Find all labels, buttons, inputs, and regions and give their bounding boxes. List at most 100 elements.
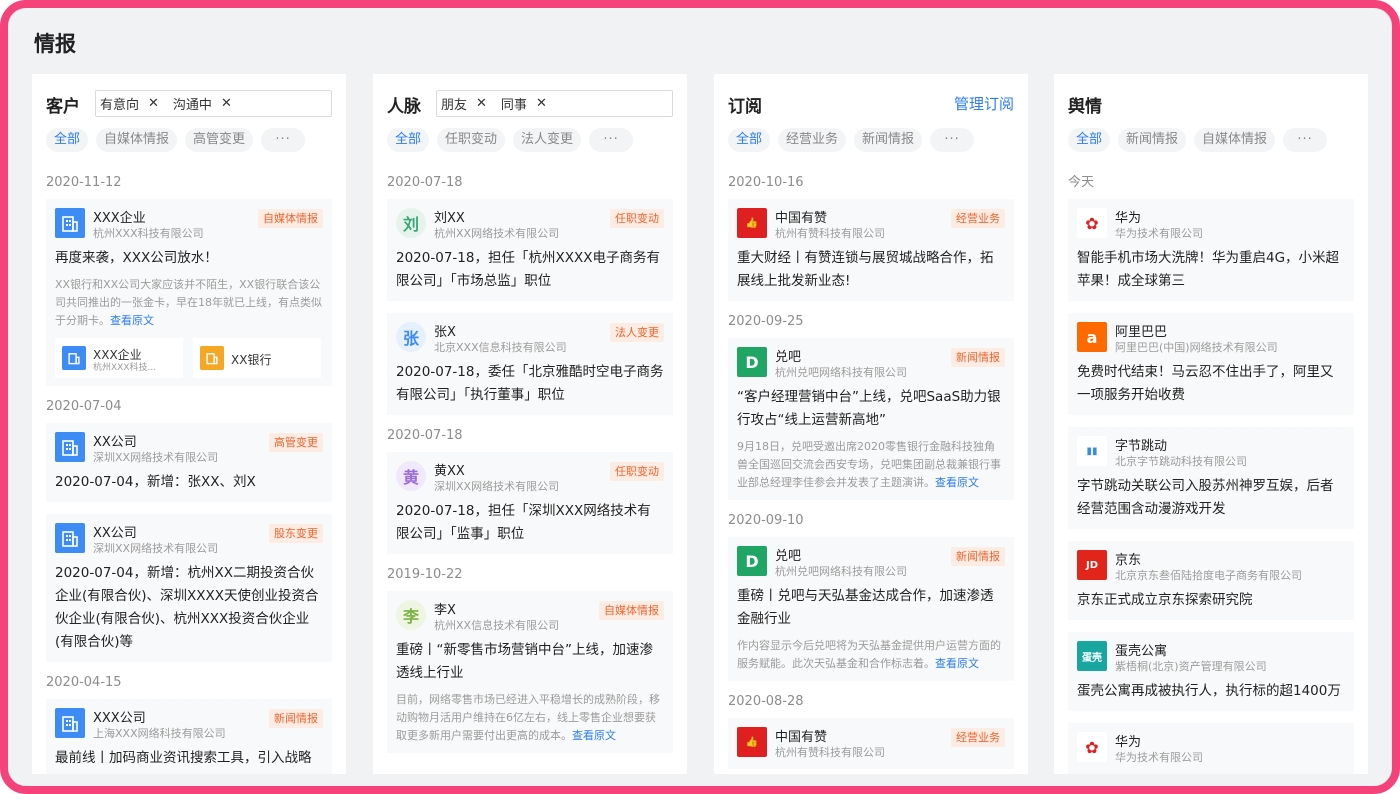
intel-card[interactable]: 👍 中国有赞 杭州有赞科技有限公司 经营业务 重大财经丨有赞连锁与展贸城战略合作，拓展线… — [728, 199, 1014, 301]
intel-card[interactable]: XXX公司 上海XXX网络科技有限公司 新闻情报 最前线丨加码商业资讯搜索工具，引入战… — [46, 699, 332, 774]
company-name[interactable]: 刘XX — [434, 207, 465, 226]
close-icon[interactable]: ✕ — [148, 96, 159, 111]
intel-card[interactable]: ▮▮ 字节跳动 北京字节跳动科技有限公司 字节跳动关联公司入股苏州神罗互娱，后者经营范… — [1068, 427, 1354, 529]
company-name[interactable]: XXX企业 — [93, 207, 146, 226]
company-name[interactable]: 张X — [434, 321, 456, 340]
card-title[interactable]: “客户经理营销中台”上线，兑吧SaaS助力银行攻占“线上运营新高地” — [737, 386, 1005, 432]
tag-filter-input[interactable]: 有意向 ✕ 沟通中 ✕ — [95, 90, 332, 117]
intel-card[interactable]: 黄黄XX 深圳XX网络技术有限公司 任职变动 2020-07-18，担任「深圳XXX网… — [387, 452, 673, 554]
intel-card[interactable]: 李李X 杭州XX信息技术有限公司 自媒体情报 重磅丨“新零售市场营销中台”上线，加速渗… — [387, 591, 673, 753]
company-name[interactable]: XX公司 — [93, 522, 137, 541]
card-title[interactable]: 重大财经丨有赞连锁与展贸城战略合作，拓展线上批发新业态! — [737, 247, 1005, 293]
category-chip[interactable]: 全部 — [46, 128, 89, 152]
category-chip[interactable]: 自媒体情报 — [1194, 128, 1276, 152]
company-name[interactable]: 阿里巴巴 — [1115, 321, 1167, 340]
company-name[interactable]: 兑吧 — [775, 545, 801, 564]
close-icon[interactable]: ✕ — [536, 96, 547, 111]
related-subtitle: 杭州XXX科技... — [93, 363, 157, 373]
column-2: 订阅 管理订阅 全部 经营业务 新闻情报 ··· 2020-10-16 👍 中国有赞 杭州有赞科技… — [714, 74, 1028, 774]
category-chips: 全部 任职变动 法人变更 ··· — [387, 128, 634, 152]
more-icon[interactable]: ··· — [930, 128, 975, 152]
date-label: 2020-07-18 — [387, 428, 463, 443]
card-title[interactable]: 2020-07-18，担任「杭州XXXX电子商务有限公司」「市场总监」职位 — [396, 247, 664, 293]
category-chip[interactable]: 任职变动 — [437, 128, 506, 152]
intel-card[interactable]: 👍 中国有赞 杭州有赞科技有限公司 经营业务 — [728, 718, 1014, 769]
intel-card[interactable]: ✿ 华为 华为技术有限公司 智能手机市场大洗牌！华为重启4G，小米超苹果！成全球第三 — [1068, 199, 1354, 301]
related-entity[interactable]: XX银行 — [193, 338, 321, 378]
view-original-link[interactable]: 查看原文 — [110, 314, 154, 327]
intel-card[interactable]: 蛋壳 蛋壳公寓 紫梧桐(北京)资产管理有限公司 蛋壳公寓再成被执行人，执行标的超140… — [1068, 632, 1354, 711]
intel-card[interactable]: XX公司 深圳XX网络技术有限公司 股东变更 2020-07-04，新增：杭州XX二期… — [46, 514, 332, 662]
intel-card[interactable]: XXX企业 杭州XXX科技有限公司 自媒体情报 再度来袭，XXX公司放水！ XX银行和X… — [46, 199, 332, 386]
card-title[interactable]: 免费时代结束！马云忍不住出手了，阿里又一项服务开始收费 — [1077, 361, 1345, 407]
category-chip[interactable]: 全部 — [387, 128, 430, 152]
company-name[interactable]: 蛋壳公寓 — [1115, 640, 1167, 659]
company-name[interactable]: 字节跳动 — [1115, 435, 1167, 454]
company-name[interactable]: 中国有赞 — [775, 207, 827, 226]
company-name[interactable]: 中国有赞 — [775, 726, 827, 745]
company-subtitle: 北京XXX信息科技有限公司 — [434, 341, 567, 354]
related-entity[interactable]: XXX企业 杭州XXX科技... — [55, 338, 183, 378]
card-title[interactable]: 2020-07-18，担任「深圳XXX网络技术有限公司」「监事」职位 — [396, 500, 664, 546]
card-title[interactable]: 2020-07-04，新增：张XX、刘X — [55, 471, 323, 494]
category-badge: 自媒体情报 — [258, 209, 323, 228]
company-name[interactable]: XXX公司 — [93, 707, 146, 726]
card-title[interactable]: 重磅丨“新零售市场营销中台”上线，加速渗透线上行业 — [396, 639, 664, 685]
close-icon[interactable]: ✕ — [221, 96, 232, 111]
intel-card[interactable]: D 兑吧 杭州兑吧网络科技有限公司 新闻情报 “客户经理营销中台”上线，兑吧SaaS助力… — [728, 338, 1014, 500]
related-name: XX银行 — [231, 353, 272, 367]
category-chip[interactable]: 高管变更 — [185, 128, 254, 152]
card-title[interactable]: 重磅丨兑吧与天弘基金达成合作，加速渗透金融行业 — [737, 585, 1005, 631]
tag-filter-input[interactable]: 朋友 ✕ 同事 ✕ — [436, 90, 673, 117]
intel-card[interactable]: a 阿里巴巴 阿里巴巴(中国)网络技术有限公司 免费时代结束！马云忍不住出手了，阿里又… — [1068, 313, 1354, 415]
view-original-link[interactable]: 查看原文 — [935, 476, 979, 489]
category-chip[interactable]: 新闻情报 — [854, 128, 923, 152]
company-name[interactable]: 京东 — [1115, 549, 1141, 568]
company-name[interactable]: 黄XX — [434, 460, 465, 479]
column-title: 订阅 — [728, 97, 762, 117]
category-chip[interactable]: 经营业务 — [778, 128, 847, 152]
card-title[interactable]: 最前线丨加码商业资讯搜索工具，引入战略 — [55, 747, 323, 770]
card-title[interactable]: 字节跳动关联公司入股苏州神罗互娱，后者经营范围含动漫游戏开发 — [1077, 475, 1345, 521]
card-title[interactable]: 蛋壳公寓再成被执行人，执行标的超1400万 — [1077, 680, 1345, 703]
category-chip[interactable]: 自媒体情报 — [96, 128, 178, 152]
intel-card[interactable]: D 兑吧 杭州兑吧网络科技有限公司 新闻情报重磅丨兑吧与天弘基金达成合作，加速渗透金融… — [728, 537, 1014, 681]
card-header: D 兑吧 杭州兑吧网络科技有限公司 新闻情报 — [737, 546, 1005, 580]
company-name[interactable]: 华为 — [1115, 207, 1141, 226]
column-0: 客户 有意向 ✕ 沟通中 ✕ 全部 自媒体情报 高管变更 ··· 2020-11-12 XXX企业杭… — [32, 74, 346, 774]
category-chip[interactable]: 全部 — [728, 128, 771, 152]
view-original-link[interactable]: 查看原文 — [935, 657, 979, 670]
more-icon[interactable]: ··· — [1283, 128, 1328, 152]
more-icon[interactable]: ··· — [261, 128, 306, 152]
card-header: 黄黄XX 深圳XX网络技术有限公司 任职变动 — [396, 461, 664, 495]
intel-card[interactable]: 刘刘XX 杭州XX网络技术有限公司 任职变动 2020-07-18，担任「杭州XXXX… — [387, 199, 673, 301]
category-chip[interactable]: 法人变更 — [513, 128, 582, 152]
card-title[interactable]: 2020-07-18，委任「北京雅酷时空电子商务有限公司」「执行董事」职位 — [396, 361, 664, 407]
manage-subscription-link[interactable]: 管理订阅 — [954, 93, 1014, 114]
building-icon — [55, 432, 85, 462]
view-original-link[interactable]: 查看原文 — [572, 729, 616, 742]
intel-card[interactable]: JD 京东 北京京东叁佰陆拾度电子商务有限公司 京东正式成立京东探索研究院 — [1068, 541, 1354, 620]
intel-card[interactable]: XX公司 深圳XX网络技术有限公司 高管变更 2020-07-04，新增：张XX、刘X — [46, 423, 332, 502]
company-name[interactable]: 华为 — [1115, 731, 1141, 750]
card-body: 9月18日，兑吧受邀出席2020零售银行金融科技独角兽全国巡回交流会西安专场，兑… — [737, 438, 1005, 492]
card-title[interactable]: 智能手机市场大洗牌！华为重启4G，小米超苹果！成全球第三 — [1077, 247, 1345, 293]
category-badge: 新闻情报 — [269, 709, 323, 728]
filter-tag: 朋友 ✕ — [441, 94, 487, 113]
category-chip[interactable]: 新闻情报 — [1118, 128, 1187, 152]
card-title[interactable]: 再度来袭，XXX公司放水！ — [55, 247, 323, 270]
intel-card[interactable]: ✿ 华为 华为技术有限公司 — [1068, 723, 1354, 774]
company-subtitle: 杭州XXX科技有限公司 — [93, 227, 204, 240]
building-icon — [55, 523, 85, 553]
more-icon[interactable]: ··· — [589, 128, 634, 152]
company-name[interactable]: 兑吧 — [775, 346, 801, 365]
close-icon[interactable]: ✕ — [476, 96, 487, 111]
company-name[interactable]: XX公司 — [93, 431, 137, 450]
card-title[interactable]: 2020-07-04，新增：杭州XX二期投资合伙企业(有限合伙)、深圳XXXX天… — [55, 562, 323, 654]
company-name[interactable]: 李X — [434, 599, 456, 618]
feed-list: 2020-11-12 XXX企业 杭州XXX科技有限公司 自媒体情报 再度来袭，XXX公… — [46, 174, 332, 774]
card-title[interactable]: 京东正式成立京东探索研究院 — [1077, 589, 1345, 612]
intel-card[interactable]: 张张X 北京XXX信息科技有限公司 法人变更 2020-07-18，委任「北京雅酷时空… — [387, 313, 673, 415]
avatar-icon: 刘 — [396, 208, 426, 238]
category-chip[interactable]: 全部 — [1068, 128, 1111, 152]
